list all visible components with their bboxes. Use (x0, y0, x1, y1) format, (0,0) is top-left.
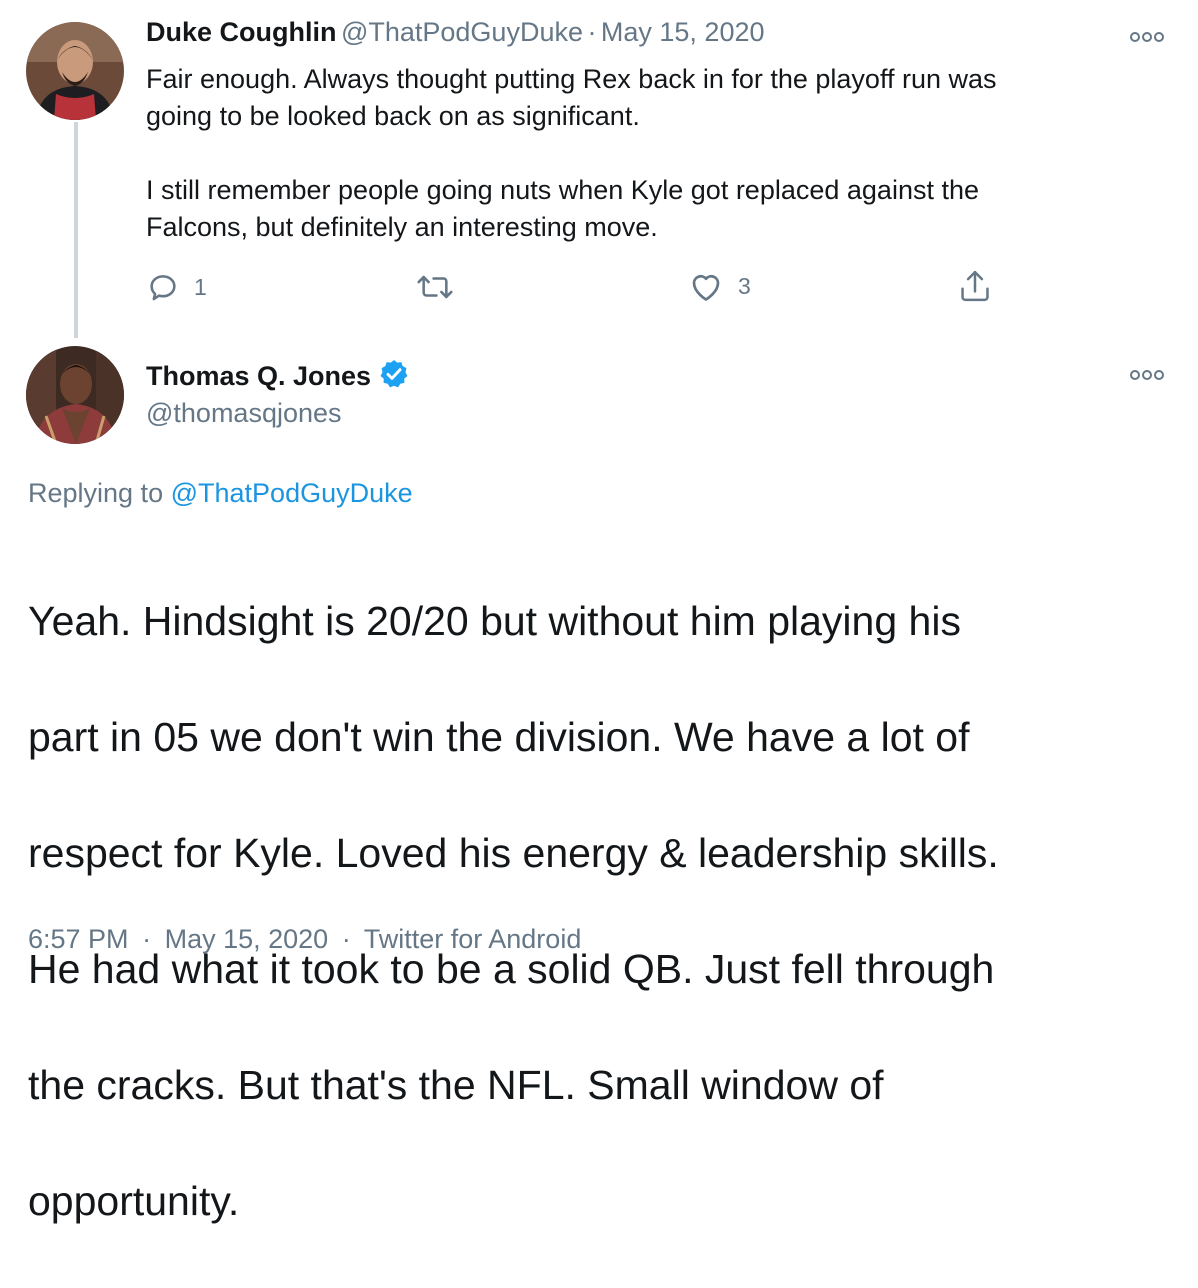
more-icon[interactable] (1130, 30, 1164, 42)
tweet-date[interactable]: May 15, 2020 (165, 924, 329, 954)
share-icon (961, 270, 989, 302)
display-name[interactable]: Thomas Q. Jones (146, 361, 371, 391)
tweet-text-line: I still remember people going nuts when … (146, 175, 979, 205)
reply-button[interactable]: 1 (146, 270, 207, 304)
tweet-text-line: Yeah. Hindsight is 20/20 but without him… (28, 598, 961, 644)
more-icon[interactable] (1130, 368, 1164, 380)
replying-to: Replying to @ThatPodGuyDuke (28, 478, 413, 509)
retweet-icon (417, 275, 453, 299)
retweet-button[interactable] (415, 270, 469, 304)
user-handle[interactable]: @thomasqjones (146, 398, 342, 429)
tweet-body: Fair enough. Always thought putting Rex … (146, 61, 1156, 246)
avatar-thomas-q-jones[interactable] (26, 346, 124, 444)
replying-to-handle-link[interactable]: @ThatPodGuyDuke (171, 478, 413, 508)
tweet-time[interactable]: 6:57 PM (28, 924, 129, 954)
user-handle[interactable]: @ThatPodGuyDuke (341, 17, 583, 47)
display-name[interactable]: Duke Coughlin (146, 17, 337, 47)
tweet-text-line: going to be looked back on as significan… (146, 101, 640, 131)
tweet-header: Duke Coughlin @ThatPodGuyDuke · May 15, … (146, 17, 765, 48)
reply-icon (150, 275, 176, 301)
tweet-source[interactable]: Twitter for Android (364, 924, 582, 954)
main-tweet-text: Yeah. Hindsight is 20/20 but without him… (28, 534, 1178, 1288)
meta-separator: · (341, 924, 351, 954)
like-count: 3 (738, 272, 751, 299)
replying-to-label: Replying to (28, 478, 164, 508)
meta-separator: · (142, 924, 152, 954)
tweet-text-line: the cracks. But that's the NFL. Small wi… (28, 1062, 884, 1108)
tweet-text-line: Fair enough. Always thought putting Rex … (146, 64, 997, 94)
like-button[interactable]: 3 (688, 269, 751, 303)
thread-connector-line (74, 122, 78, 338)
verified-badge-icon (378, 358, 410, 395)
paragraph-break (146, 135, 1156, 172)
share-button[interactable] (958, 268, 992, 304)
tweet-metadata: 6:57 PM · May 15, 2020 · Twitter for And… (28, 924, 581, 955)
like-icon (692, 274, 720, 301)
tweet-text-line: part in 05 we don't win the division. We… (28, 714, 970, 760)
avatar-duke-coughlin[interactable] (26, 22, 124, 120)
tweet-date[interactable]: May 15, 2020 (601, 17, 765, 47)
tweet-text-line: respect for Kyle. Loved his energy & lea… (28, 830, 999, 876)
header-separator: · (587, 17, 597, 47)
tweet-text-line: Falcons, but definitely an interesting m… (146, 212, 658, 242)
tweet-text-line: opportunity. (28, 1178, 240, 1224)
reply-count: 1 (194, 273, 207, 300)
author-name-row: Thomas Q. Jones (146, 358, 410, 395)
